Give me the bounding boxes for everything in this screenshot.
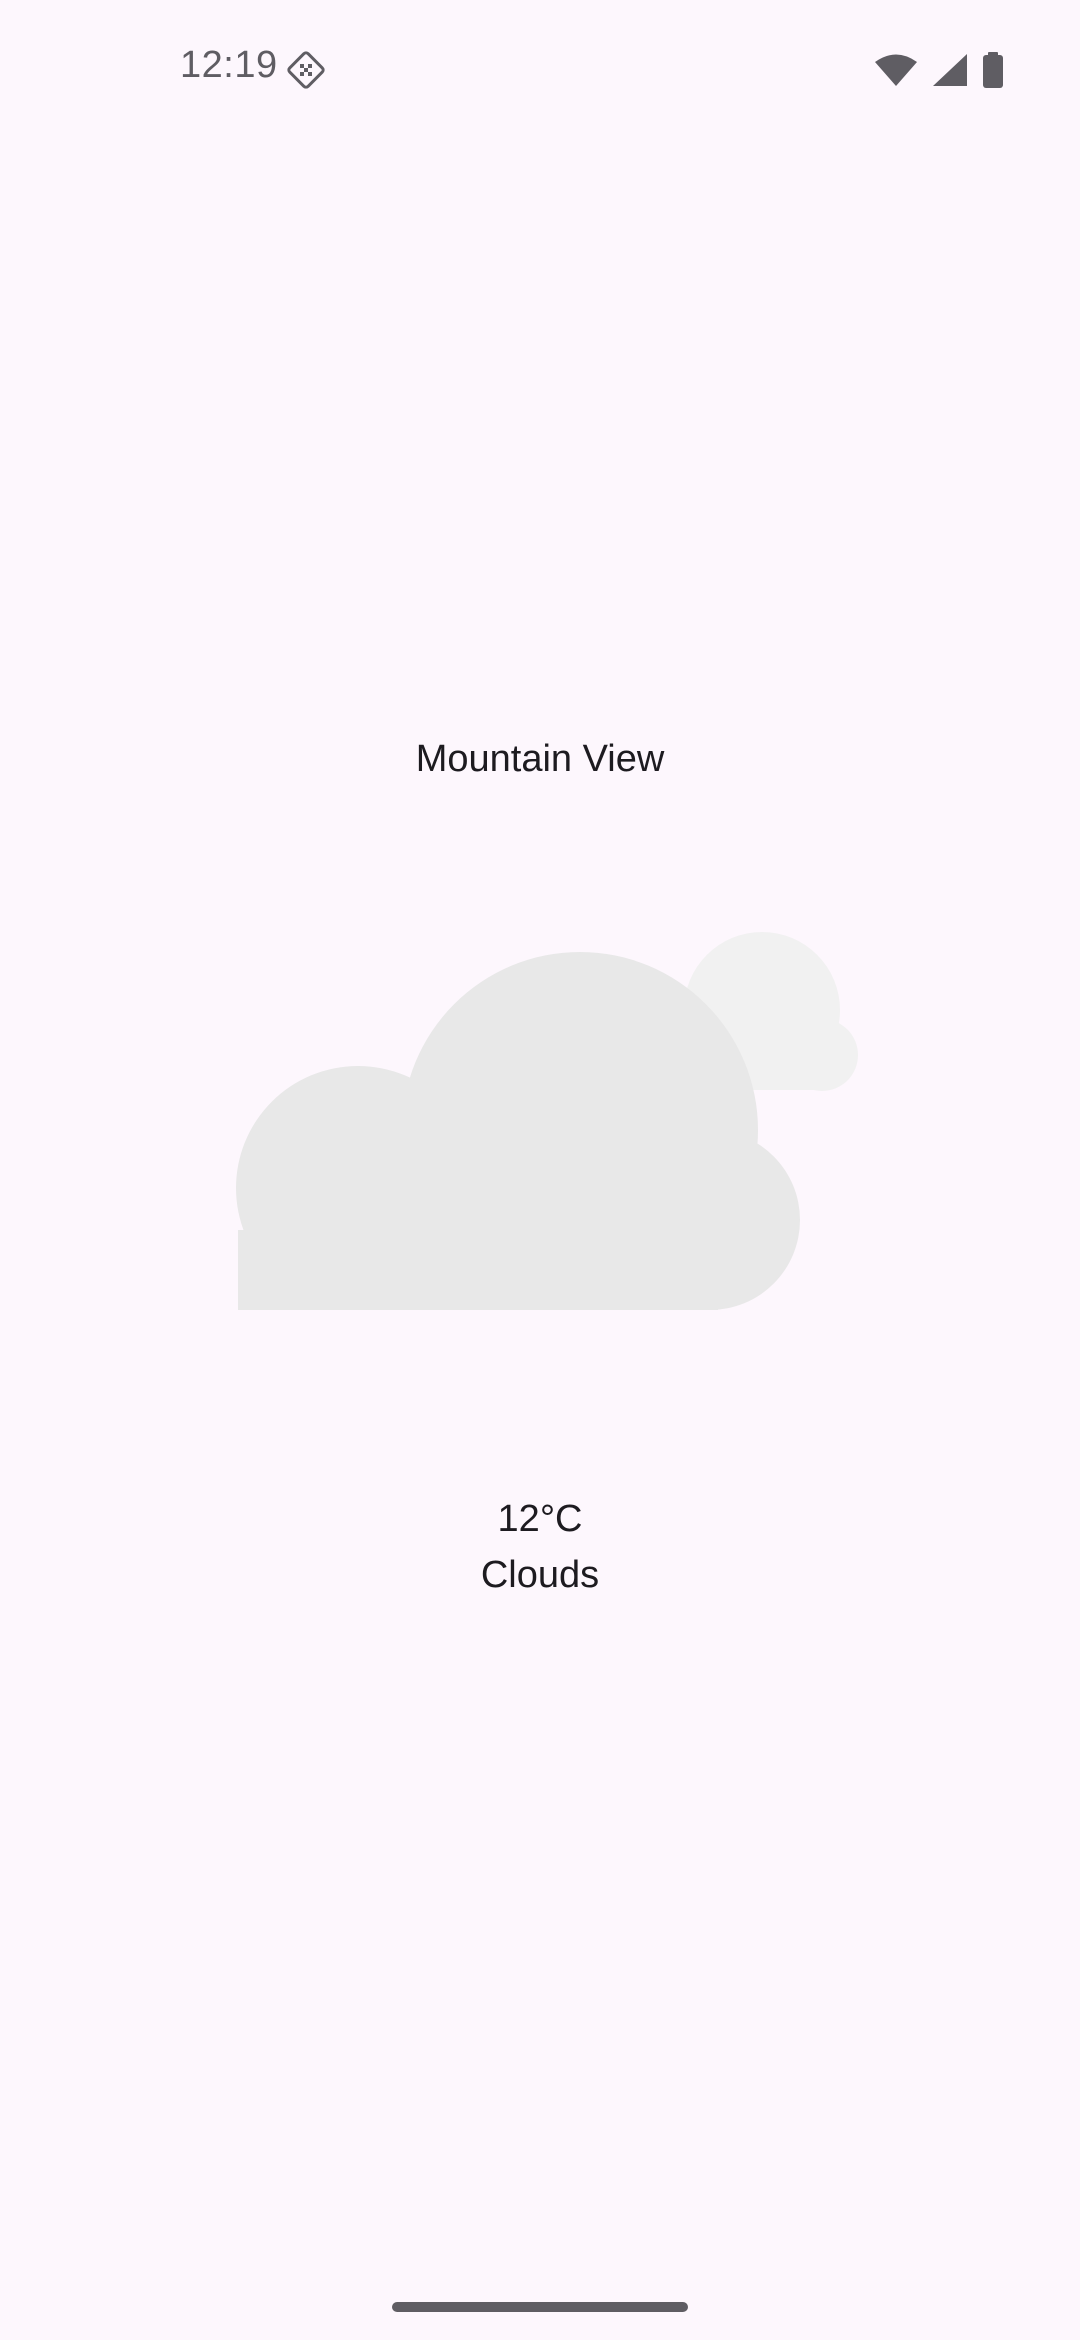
wifi-icon xyxy=(875,54,917,86)
clouds-icon xyxy=(236,932,858,1310)
location-title: Mountain View xyxy=(415,738,665,780)
cellular-signal-icon xyxy=(933,54,967,86)
status-indicators xyxy=(874,50,1004,90)
status-time: 12:19 xyxy=(180,44,278,86)
battery-icon xyxy=(983,52,1003,88)
status-bar: 12:19 xyxy=(0,0,1080,140)
temperature-label: 12°C xyxy=(497,1498,583,1540)
condition-label: Clouds xyxy=(480,1554,600,1596)
app-notification-icon xyxy=(287,51,325,89)
home-gesture-bar[interactable] xyxy=(392,2302,688,2312)
